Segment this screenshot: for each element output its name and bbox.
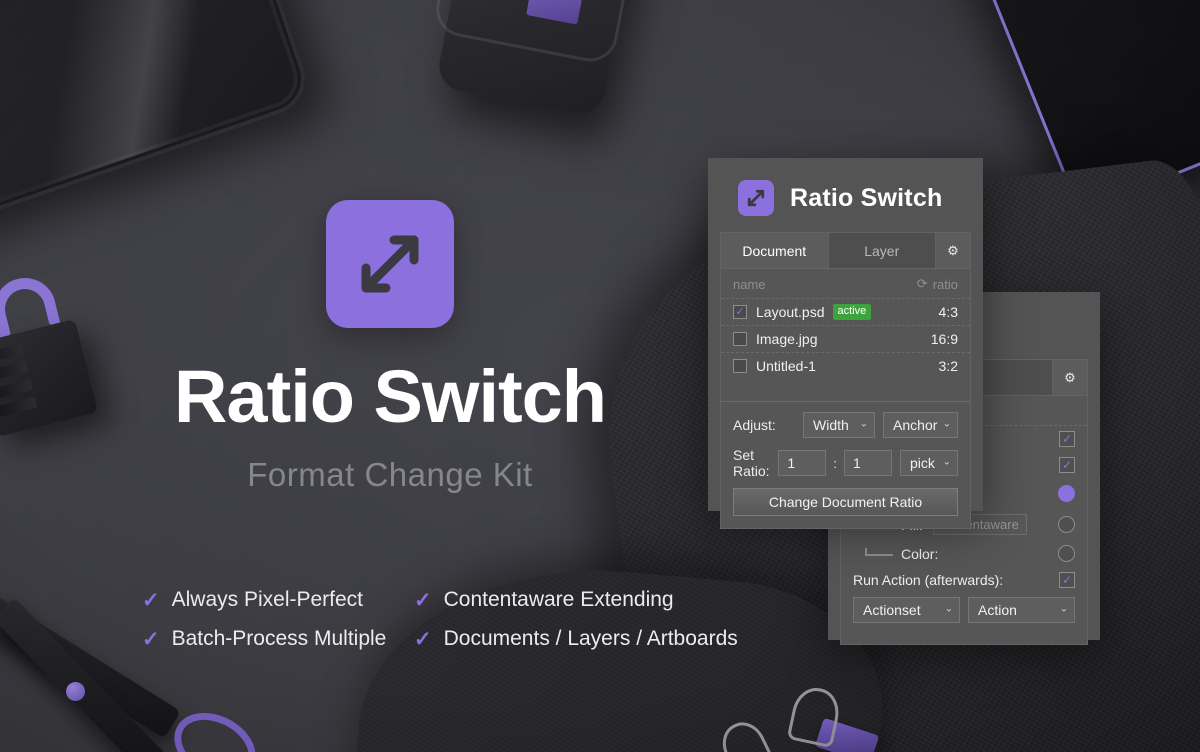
checkbox-checked-icon: ✓: [1059, 572, 1075, 588]
feature-label: Always Pixel-Perfect: [172, 588, 363, 612]
adjust-row: Adjust: Width ⌄ Anchor ⌄: [733, 412, 958, 438]
document-name: Image.jpg: [756, 331, 817, 347]
ratio-height-input[interactable]: [844, 450, 892, 476]
gear-icon[interactable]: ⚙: [1053, 360, 1087, 395]
table-row[interactable]: ✓ Layout.psd active 4:3: [721, 298, 970, 325]
adjust-value: Width: [813, 417, 849, 433]
page-subtitle: Format Change Kit: [0, 456, 780, 494]
setting-radio[interactable]: [1058, 516, 1075, 533]
feature-item: ✓ Batch-Process Multiple: [142, 627, 414, 651]
run-action-row[interactable]: Run Action (afterwards): ✓: [841, 567, 1087, 593]
tab-document[interactable]: Document: [721, 233, 829, 268]
feature-label: Contentaware Extending: [444, 588, 674, 612]
feature-item: ✓ Always Pixel-Perfect: [142, 588, 414, 612]
refresh-icon[interactable]: ⟳: [917, 276, 928, 292]
ratio-width-input[interactable]: [778, 450, 826, 476]
chevron-down-icon: ⌄: [943, 418, 951, 429]
gear-icon[interactable]: ⚙: [936, 233, 970, 268]
ratio-controls: Adjust: Width ⌄ Anchor ⌄ Set Ratio: : pi…: [721, 401, 970, 528]
row-checkbox[interactable]: [733, 359, 747, 373]
check-icon: ✓: [414, 590, 432, 611]
front-panel-title: Ratio Switch: [790, 184, 942, 213]
panel-app-icon: [738, 180, 774, 216]
row-checkbox[interactable]: [733, 332, 747, 346]
document-ratio: 4:3: [939, 304, 958, 320]
setting-checkbox[interactable]: ✓: [1059, 457, 1075, 473]
resize-diagonal-arrow-icon: [351, 225, 429, 303]
actionset-select[interactable]: Actionset ⌄: [853, 597, 960, 623]
column-header-name: name: [733, 277, 766, 292]
change-document-ratio-button[interactable]: Change Document Ratio: [733, 488, 958, 516]
chevron-down-icon: ⌄: [945, 603, 953, 614]
ratio-switch-panel[interactable]: Ratio Switch Document Layer ⚙ name ⟳ rat…: [708, 158, 983, 511]
check-icon: ✓: [142, 590, 160, 611]
pick-select[interactable]: pick ⌄: [900, 450, 958, 476]
checkbox-checked-icon: ✓: [1059, 457, 1075, 473]
action-select[interactable]: Action ⌄: [968, 597, 1075, 623]
setting-radio[interactable]: [1058, 485, 1075, 502]
table-row[interactable]: Untitled-1 3:2: [721, 352, 970, 379]
document-ratio: 16:9: [931, 331, 958, 347]
document-ratio: 3:2: [939, 358, 958, 374]
document-list-header: name ⟳ ratio: [721, 269, 970, 298]
resize-diagonal-arrow-icon: [745, 187, 767, 209]
hero-section: Ratio Switch Format Change Kit: [0, 200, 780, 494]
document-name: Layout.psd: [756, 304, 825, 320]
feature-label: Batch-Process Multiple: [172, 627, 387, 651]
scissors-handle-ring: [162, 699, 267, 752]
radio-unselected-icon: [1058, 545, 1075, 562]
chevron-down-icon: ⌄: [860, 418, 868, 429]
action-value: Action: [978, 602, 1017, 618]
front-panel-header: Ratio Switch: [708, 158, 983, 232]
front-panel-body: Document Layer ⚙ name ⟳ ratio ✓ Layout.p…: [720, 232, 971, 529]
check-icon: ✓: [414, 629, 432, 650]
chevron-down-icon: ⌄: [1060, 603, 1068, 614]
feature-label: Documents / Layers / Artboards: [444, 627, 738, 651]
anchor-value: Anchor: [893, 417, 937, 433]
anchor-select[interactable]: Anchor ⌄: [883, 412, 958, 438]
action-selects-row: Actionset ⌄ Action ⌄: [841, 593, 1087, 635]
run-action-checkbox[interactable]: ✓: [1059, 572, 1075, 588]
feature-item: ✓ Contentaware Extending: [414, 588, 738, 612]
table-row[interactable]: Image.jpg 16:9: [721, 325, 970, 352]
radio-unselected-icon: [1058, 516, 1075, 533]
pick-value: pick: [910, 455, 935, 471]
setting-row[interactable]: Color:: [841, 540, 1087, 567]
check-icon: ✓: [142, 629, 160, 650]
setting-checkbox[interactable]: ✓: [1059, 431, 1075, 447]
column-header-ratio: ratio: [933, 277, 958, 292]
color-label: Color:: [901, 546, 938, 562]
feature-list: ✓ Always Pixel-Perfect ✓ Contentaware Ex…: [142, 588, 738, 651]
run-action-label: Run Action (afterwards):: [853, 572, 1003, 588]
radio-selected-icon: [1058, 485, 1075, 502]
set-ratio-row: Set Ratio: : pick ⌄: [733, 447, 958, 479]
set-ratio-label: Set Ratio:: [733, 447, 778, 479]
chevron-down-icon: ⌄: [943, 456, 951, 467]
status-badge: active: [833, 304, 872, 320]
row-checkbox[interactable]: ✓: [733, 305, 747, 319]
front-panel-tabs: Document Layer ⚙: [721, 233, 970, 269]
setting-label: Color:: [853, 546, 938, 562]
actionset-value: Actionset: [863, 602, 921, 618]
page-title: Ratio Switch: [0, 360, 780, 434]
ratio-colon: :: [833, 456, 837, 471]
checkbox-checked-icon: ✓: [1059, 431, 1075, 447]
scissors-screw: [66, 682, 85, 701]
tab-layer[interactable]: Layer: [829, 233, 937, 268]
adjust-label: Adjust:: [733, 417, 803, 433]
feature-item: ✓ Documents / Layers / Artboards: [414, 627, 738, 651]
list-empty-space: [721, 379, 970, 401]
document-name: Untitled-1: [756, 358, 816, 374]
adjust-select[interactable]: Width ⌄: [803, 412, 875, 438]
tree-elbow-icon: [865, 548, 893, 556]
app-icon: [326, 200, 454, 328]
setting-radio[interactable]: [1058, 545, 1075, 562]
